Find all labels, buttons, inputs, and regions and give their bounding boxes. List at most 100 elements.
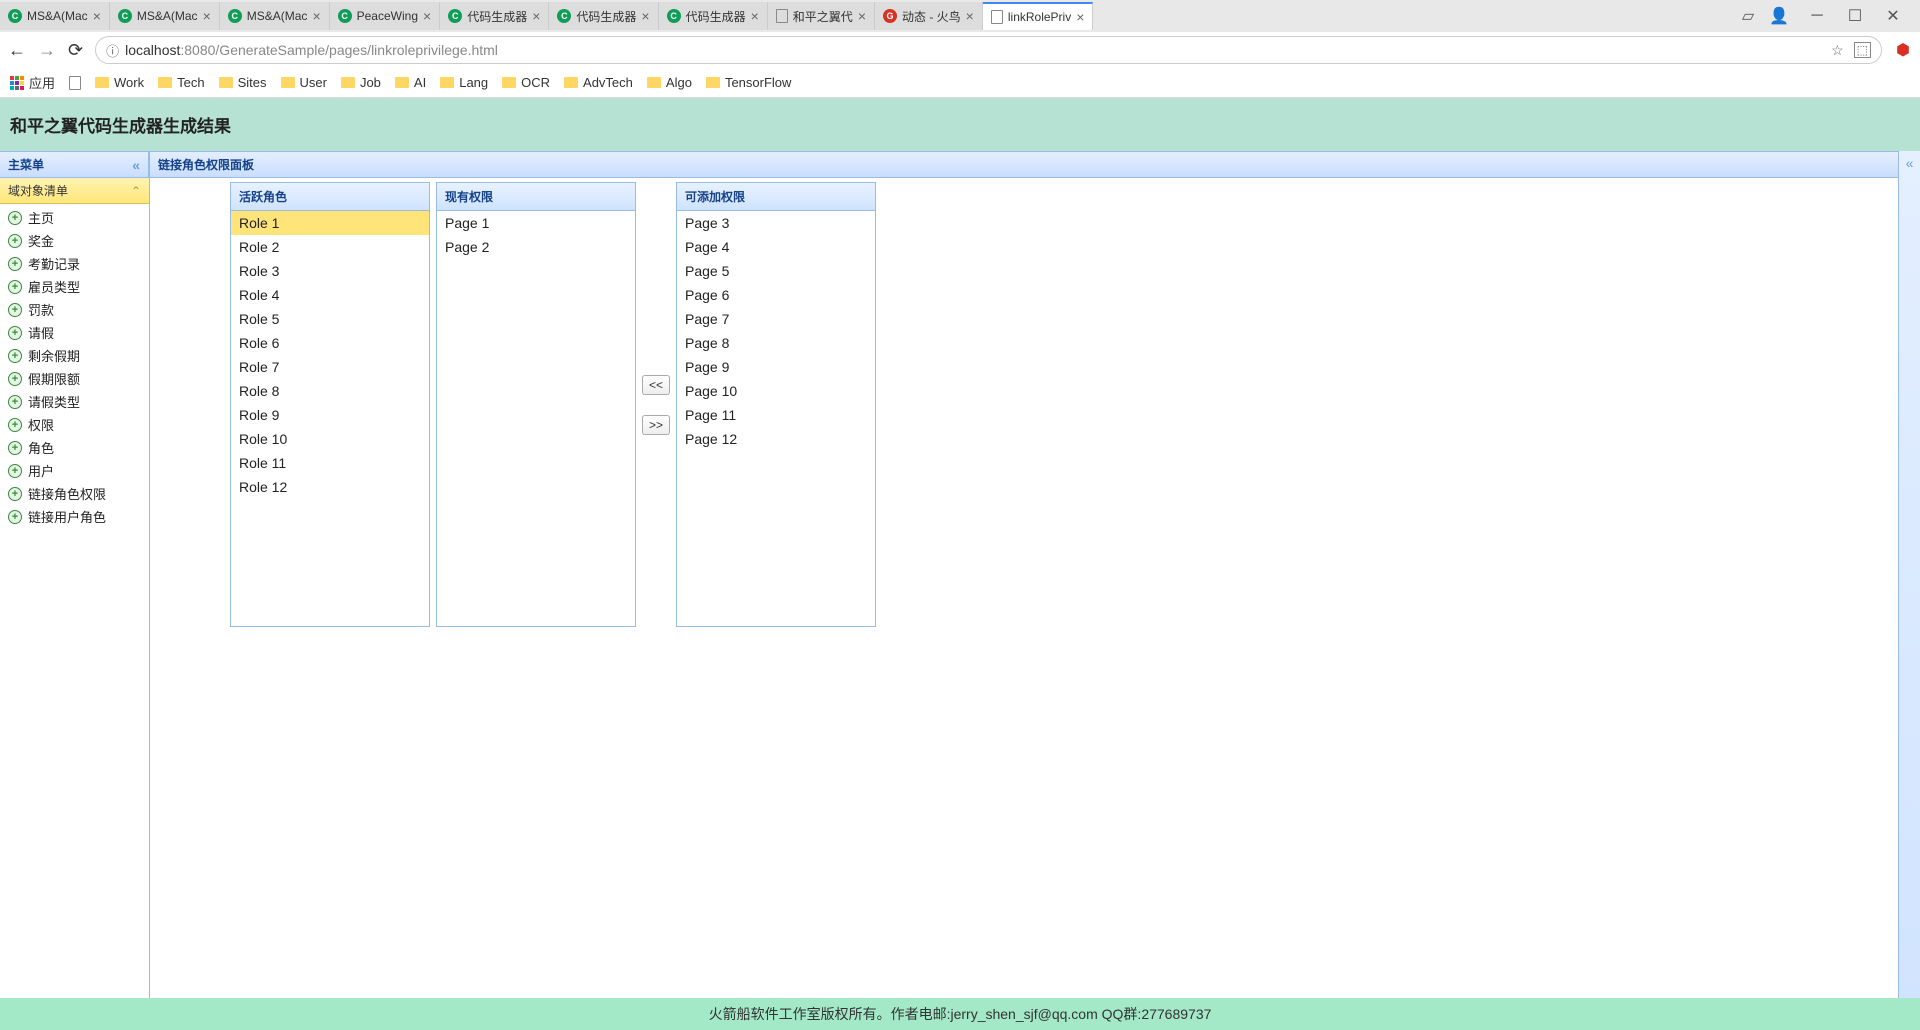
tab-close-icon[interactable]: ×	[93, 8, 101, 24]
list-item[interactable]: Role 12	[231, 475, 429, 499]
minimize-button[interactable]: ─	[1810, 9, 1824, 23]
tab-title: MS&A(Mac	[137, 9, 198, 23]
tab-close-icon[interactable]: ×	[312, 8, 320, 24]
new-tab-button[interactable]: ▱	[1736, 6, 1760, 26]
accordion-header[interactable]: 域对象清单 ⌃	[0, 178, 149, 204]
tab-close-icon[interactable]: ×	[858, 8, 866, 24]
bookmark-folder[interactable]: User	[281, 75, 327, 90]
list-item[interactable]: Page 5	[677, 259, 875, 283]
list-item[interactable]: Role 11	[231, 451, 429, 475]
bookmark-folder[interactable]: Sites	[219, 75, 267, 90]
list-item[interactable]: Role 2	[231, 235, 429, 259]
star-icon[interactable]: ☆	[1831, 42, 1844, 59]
add-button[interactable]: <<	[642, 375, 670, 395]
browser-tab[interactable]: C代码生成器×	[440, 2, 549, 30]
list-item[interactable]: Role 6	[231, 331, 429, 355]
sidebar-item[interactable]: +链接用户角色	[4, 505, 145, 528]
sidebar-item[interactable]: +链接角色权限	[4, 482, 145, 505]
apps-button[interactable]: 应用	[10, 73, 55, 92]
browser-tab[interactable]: G动态 - 火鸟×	[875, 2, 983, 30]
bookmark-folder[interactable]: TensorFlow	[706, 75, 791, 90]
back-button[interactable]: ←	[8, 40, 26, 61]
browser-tab[interactable]: CPeaceWing×	[330, 2, 441, 30]
browser-tab[interactable]: linkRolePriv×	[983, 2, 1094, 30]
sidebar-item[interactable]: +用户	[4, 459, 145, 482]
list-item[interactable]: Page 4	[677, 235, 875, 259]
list-item[interactable]: Page 10	[677, 379, 875, 403]
tab-close-icon[interactable]: ×	[966, 8, 974, 24]
tab-close-icon[interactable]: ×	[423, 8, 431, 24]
sidebar-item[interactable]: +请假类型	[4, 390, 145, 413]
ublock-icon[interactable]: ⬢	[1894, 41, 1912, 59]
sidebar-item[interactable]: +权限	[4, 413, 145, 436]
list-item[interactable]: Role 10	[231, 427, 429, 451]
main-content: 活跃角色 Role 1Role 2Role 3Role 4Role 5Role …	[150, 178, 1898, 998]
tab-close-icon[interactable]: ×	[532, 8, 540, 24]
assigned-list: Page 1Page 2	[437, 211, 635, 626]
tab-favicon: C	[8, 9, 22, 23]
bookmark-folder[interactable]: Work	[95, 75, 144, 90]
close-window-button[interactable]: ✕	[1886, 9, 1900, 23]
accordion-label: 域对象清单	[8, 182, 68, 199]
sidebar-item[interactable]: +假期限额	[4, 367, 145, 390]
bookmark-folder[interactable]: AI	[395, 75, 426, 90]
collapse-left-icon[interactable]: «	[132, 157, 140, 173]
info-icon[interactable]: ⓘ	[106, 41, 119, 60]
browser-tab[interactable]: C代码生成器×	[549, 2, 658, 30]
bookmark-folder[interactable]: Job	[341, 75, 381, 90]
list-item[interactable]: Role 1	[231, 211, 429, 235]
reload-button[interactable]: ⟳	[68, 40, 83, 61]
list-item[interactable]: Page 7	[677, 307, 875, 331]
list-item[interactable]: Role 4	[231, 283, 429, 307]
bookmark-doc[interactable]	[69, 76, 81, 90]
remove-button[interactable]: >>	[642, 415, 670, 435]
list-item[interactable]: Page 8	[677, 331, 875, 355]
list-item[interactable]: Role 7	[231, 355, 429, 379]
sidebar-item[interactable]: +奖金	[4, 229, 145, 252]
list-item[interactable]: Page 3	[677, 211, 875, 235]
maximize-button[interactable]: ☐	[1848, 9, 1862, 23]
bookmark-folder[interactable]: Tech	[158, 75, 204, 90]
list-item[interactable]: Role 5	[231, 307, 429, 331]
bookmark-folder[interactable]: Algo	[647, 75, 692, 90]
sidebar-item-label: 雇员类型	[28, 277, 80, 296]
list-item[interactable]: Role 9	[231, 403, 429, 427]
browser-tab[interactable]: 和平之翼代×	[768, 2, 875, 30]
forward-button[interactable]: →	[38, 40, 56, 61]
list-item[interactable]: Page 2	[437, 235, 635, 259]
sidebar-item[interactable]: +雇员类型	[4, 275, 145, 298]
browser-tab[interactable]: CMS&A(Mac×	[220, 2, 330, 30]
tab-close-icon[interactable]: ×	[751, 8, 759, 24]
bookmark-folder[interactable]: OCR	[502, 75, 550, 90]
bookmark-label: Job	[360, 75, 381, 90]
tab-close-icon[interactable]: ×	[203, 8, 211, 24]
list-item[interactable]: Role 3	[231, 259, 429, 283]
tab-favicon: C	[448, 9, 462, 23]
sidebar-item[interactable]: +罚款	[4, 298, 145, 321]
transfer-buttons: << >>	[642, 182, 670, 627]
collapse-right-icon[interactable]: «	[1906, 155, 1914, 998]
sidebar-item[interactable]: +考勤记录	[4, 252, 145, 275]
tab-close-icon[interactable]: ×	[1076, 9, 1084, 25]
list-item[interactable]: Page 12	[677, 427, 875, 451]
sidebar-item[interactable]: +请假	[4, 321, 145, 344]
bookmark-folder[interactable]: Lang	[440, 75, 488, 90]
browser-tab[interactable]: C代码生成器×	[659, 2, 768, 30]
bookmark-folder[interactable]: AdvTech	[564, 75, 633, 90]
list-item[interactable]: Page 6	[677, 283, 875, 307]
sidebar-item[interactable]: +剩余假期	[4, 344, 145, 367]
browser-tab[interactable]: CMS&A(Mac×	[0, 2, 110, 30]
list-item[interactable]: Role 8	[231, 379, 429, 403]
user-icon[interactable]: 👤	[1772, 9, 1786, 23]
extension-icon[interactable]: ⬚	[1854, 42, 1871, 58]
sidebar-item-label: 请假类型	[28, 392, 80, 411]
browser-tab[interactable]: CMS&A(Mac×	[110, 2, 220, 30]
list-item[interactable]: Page 9	[677, 355, 875, 379]
tab-close-icon[interactable]: ×	[641, 8, 649, 24]
tab-title: MS&A(Mac	[247, 9, 308, 23]
sidebar-item[interactable]: +角色	[4, 436, 145, 459]
sidebar-item[interactable]: +主页	[4, 206, 145, 229]
url-input[interactable]: ⓘ localhost:8080/GenerateSample/pages/li…	[95, 36, 1882, 64]
list-item[interactable]: Page 1	[437, 211, 635, 235]
list-item[interactable]: Page 11	[677, 403, 875, 427]
